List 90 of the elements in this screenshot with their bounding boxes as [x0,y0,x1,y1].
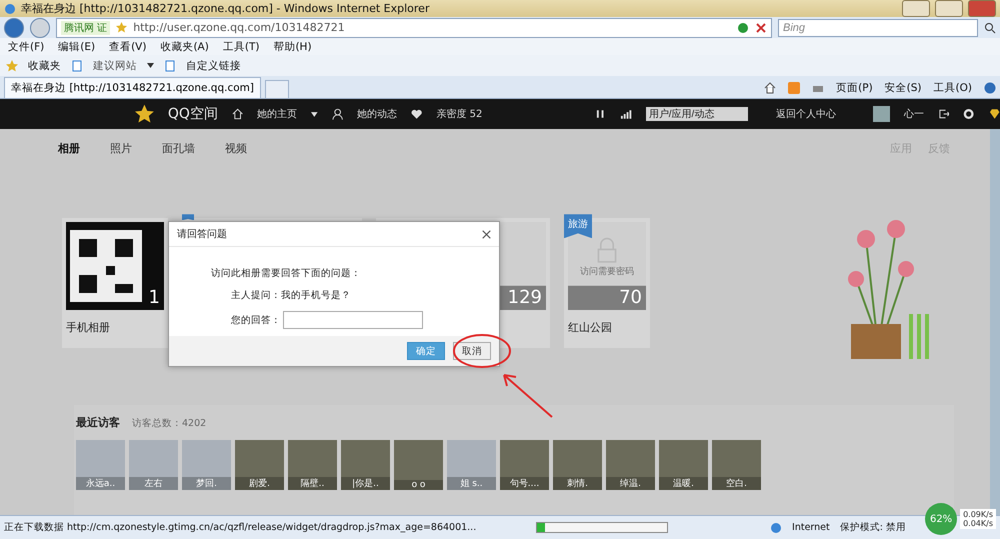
album-tab[interactable]: 相册 [58,140,80,156]
menu-item[interactable]: 收藏夹(A) [160,40,209,54]
settings-icon [963,108,975,120]
visitor-avatar[interactable]: |你是.. [341,440,390,490]
visitor-avatar[interactable]: 绰温. [606,440,655,490]
star-icon [6,60,18,72]
signal-icon [620,108,632,120]
command-button[interactable]: 工具(O) [934,80,972,95]
album-tab[interactable]: 照片 [110,140,132,156]
user-name[interactable]: 心一 [904,107,924,121]
photo-count: 70 [619,287,642,308]
favorites-button[interactable]: 收藏夹 [28,58,61,73]
status-text: 正在下载数据 http://cm.qzonestyle.gtimg.cn/ac/qzfl/release/widget/dragdrop.js?max_age=864001... [4,521,476,534]
back-button[interactable] [4,18,24,38]
tag-ribbon: 旅游 [564,214,592,238]
nav-link[interactable]: 亲密度 52 [436,107,482,121]
upload-speed: 0.09K/s [963,510,993,519]
album-card[interactable]: 1 手机相册 [62,218,168,348]
photo-count: 1 [148,287,160,308]
caret-icon [147,63,154,68]
menu-item[interactable]: 查看(V) [109,40,146,54]
photo-count: 129 [508,287,542,308]
favorite-link[interactable]: 自定义链接 [186,58,241,73]
visitor-avatar[interactable]: 梦回. [182,440,231,490]
home-icon [232,108,244,120]
search-icon [984,22,996,34]
visitor-avatar[interactable]: 温暖. [659,440,708,490]
browser-tab[interactable]: 幸福在身边 [http://1031482721.qzone.qq.com] [4,76,261,98]
caret-icon [311,112,318,116]
zone-text: Internet [792,522,830,534]
album-tab[interactable]: 视频 [225,140,247,156]
person-icon [332,108,344,120]
home-icon [764,82,776,94]
stop-icon [755,22,767,34]
search-field[interactable]: Bing [778,18,978,37]
star-icon [135,104,154,124]
visitor-avatar[interactable]: 姐 s.. [447,440,496,490]
diamond-icon [988,108,1000,120]
menu-item[interactable]: 帮助(H) [273,40,312,54]
avatar-picture[interactable] [873,106,890,122]
star-icon [116,22,128,34]
menu-item[interactable]: 文件(F) [8,40,44,54]
command-button[interactable]: 页面(P) [836,80,873,95]
forward-button[interactable] [30,18,50,38]
close-icon [482,230,491,239]
new-tab-button[interactable] [265,80,289,98]
album-name: 手机相册 [66,320,111,336]
answer-label: 您的回答： [231,314,281,327]
protected-mode-text: 保护模式: 禁用 [840,521,906,534]
download-speed: 0.04K/s [963,519,993,528]
menu-item[interactable]: 编辑(E) [58,40,96,54]
album-tab[interactable]: 面孔墙 [162,140,195,156]
section-title: 最近访客 [76,415,120,430]
search-field[interactable]: 用户/应用/动态 [646,107,748,121]
close-button[interactable] [968,0,996,18]
question-text: 主人提问：我的手机号是？ [230,289,352,302]
nav-link[interactable]: 她的动态 [357,107,398,121]
page-icon [164,60,176,72]
password-hint: 访问需要密码 [580,266,634,278]
visitor-avatar[interactable]: 句号.... [500,440,549,490]
dialog-title: 请回答问题 [177,228,227,242]
annotation-circle [452,333,512,370]
nav-link[interactable]: 她的主页 [257,107,298,121]
visitor-avatar[interactable]: 永远a.. [76,440,125,490]
answer-field[interactable] [283,311,423,330]
window-title: 幸福在身边 [http://1031482721.qzone.qq.com] - Windows Internet Explorer [21,1,430,16]
dialog-prompt: 访问此相册需要回答下面的问题： [211,267,362,280]
visitor-avatar[interactable]: 剧爱. [235,440,284,490]
command-button[interactable]: 安全(S) [884,80,922,95]
back-link[interactable]: 返回个人中心 [776,107,836,121]
favorite-link[interactable]: 建议网站 [93,58,137,73]
album-name: 红山公园 [568,320,613,336]
visitor-total: 访客总数：4202 [132,417,206,430]
heart-icon [411,108,422,120]
logout-icon [938,108,950,120]
address-field[interactable]: 腾讯网 证 http://user.qzone.qq.com/1031482721 [56,18,772,38]
menu-item[interactable]: 工具(T) [222,40,260,54]
qzone-logo[interactable]: QQ空间 [168,105,218,123]
minimize-button[interactable] [902,0,930,18]
maximize-button[interactable] [935,0,963,18]
visitor-avatar[interactable]: o o [394,440,443,490]
cancel-button[interactable]: 取消 [453,342,491,360]
annotation-arrow [500,371,554,420]
visitor-avatar[interactable]: 刺情. [553,440,602,490]
page-icon [71,60,83,72]
visitor-avatar[interactable]: 空白. [712,440,761,490]
visitor-avatar[interactable]: 隔壁.. [288,440,337,490]
tag-ribbon [182,214,194,220]
visitor-avatar[interactable]: 左右 [129,440,178,490]
pause-icon [595,108,606,120]
